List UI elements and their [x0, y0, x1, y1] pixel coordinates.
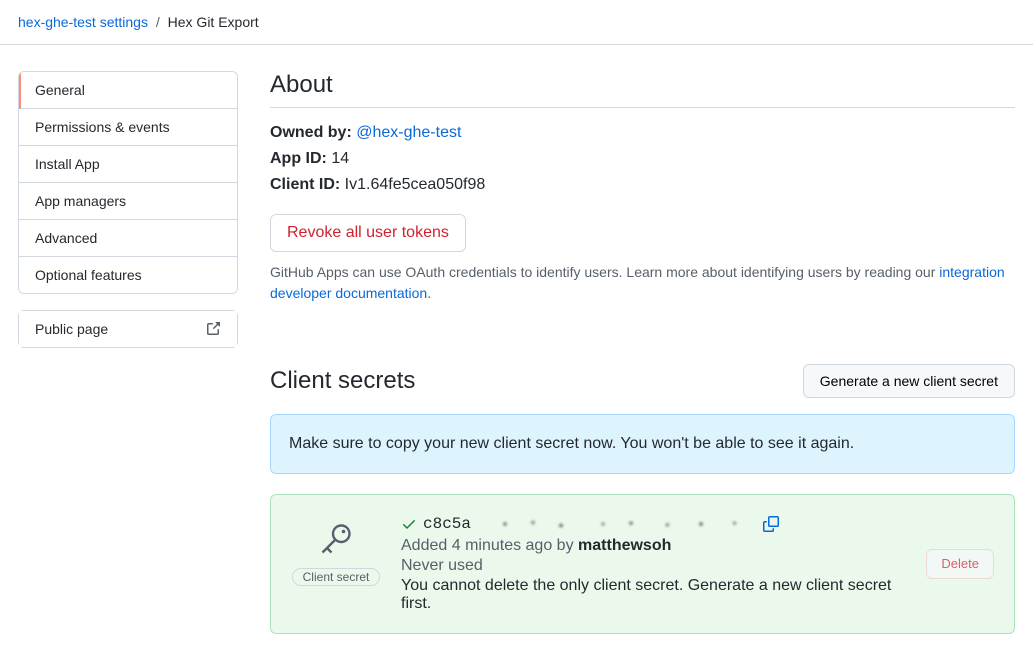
- breadcrumb-current: Hex Git Export: [168, 14, 259, 30]
- sidebar-item-app-managers[interactable]: App managers: [19, 183, 237, 220]
- client-secret-badge: Client secret: [292, 568, 381, 586]
- delete-secret-button[interactable]: Delete: [926, 549, 994, 579]
- help-prefix: GitHub Apps can use OAuth credentials to…: [270, 264, 939, 280]
- copy-secret-flash: Make sure to copy your new client secret…: [270, 414, 1015, 474]
- secret-actions: Delete: [926, 549, 994, 579]
- client-id-label: Client ID:: [270, 176, 340, 193]
- secret-value-row: c8c5a: [401, 515, 906, 533]
- secret-prefix: c8c5a: [423, 515, 471, 533]
- public-page-label: Public page: [35, 321, 108, 337]
- help-suffix: .: [427, 285, 431, 301]
- sidebar-item-advanced[interactable]: Advanced: [19, 220, 237, 257]
- owner-link[interactable]: @hex-ghe-test: [356, 124, 461, 141]
- breadcrumb-separator: /: [156, 14, 160, 30]
- breadcrumb: hex-ghe-test settings / Hex Git Export: [0, 0, 1033, 45]
- secret-delete-warning: You cannot delete the only client secret…: [401, 577, 906, 613]
- check-icon: [401, 516, 417, 532]
- secret-body: c8c5a Added 4 minutes ago by matthewsoh …: [401, 515, 906, 613]
- owned-by-row: Owned by: @hex-ghe-test: [270, 124, 1015, 142]
- about-heading: About: [270, 71, 1015, 108]
- sidebar-menu: General Permissions & events Install App…: [18, 71, 238, 294]
- sidebar-item-install-app[interactable]: Install App: [19, 146, 237, 183]
- owned-by-label: Owned by:: [270, 124, 352, 141]
- sidebar-item-general[interactable]: General: [19, 72, 237, 109]
- sidebar-secondary: Public page: [18, 310, 238, 348]
- main-content: About Owned by: @hex-ghe-test App ID: 14…: [270, 71, 1015, 634]
- generate-client-secret-button[interactable]: Generate a new client secret: [803, 364, 1015, 398]
- secret-icon-column: Client secret: [291, 515, 381, 586]
- added-prefix: Added: [401, 537, 452, 554]
- client-secrets-heading: Client secrets: [270, 367, 415, 395]
- app-id-value: 14: [331, 150, 349, 167]
- app-id-label: App ID:: [270, 150, 327, 167]
- secret-usage: Never used: [401, 557, 906, 575]
- client-secret-item: Client secret c8c5a Added 4 minutes ago …: [270, 494, 1015, 634]
- added-user: matthewsoh: [578, 537, 671, 554]
- secret-obscured: [477, 516, 757, 532]
- settings-sidebar: General Permissions & events Install App…: [18, 71, 238, 634]
- app-id-row: App ID: 14: [270, 150, 1015, 168]
- oauth-help-text: GitHub Apps can use OAuth credentials to…: [270, 262, 1015, 304]
- copy-icon[interactable]: [763, 516, 779, 532]
- client-secrets-header: Client secrets Generate a new client sec…: [270, 364, 1015, 398]
- breadcrumb-settings-link[interactable]: hex-ghe-test settings: [18, 14, 148, 30]
- sidebar-item-public-page[interactable]: Public page: [19, 311, 237, 347]
- added-by: by: [552, 537, 578, 554]
- client-id-value: Iv1.64fe5cea050f98: [345, 176, 486, 193]
- secret-added-meta: Added 4 minutes ago by matthewsoh: [401, 537, 906, 555]
- sidebar-item-optional-features[interactable]: Optional features: [19, 257, 237, 293]
- client-id-row: Client ID: Iv1.64fe5cea050f98: [270, 176, 1015, 194]
- revoke-tokens-button[interactable]: Revoke all user tokens: [270, 214, 466, 252]
- sidebar-item-permissions[interactable]: Permissions & events: [19, 109, 237, 146]
- added-time: 4 minutes ago: [452, 537, 553, 554]
- key-icon: [318, 521, 354, 560]
- external-link-icon: [205, 321, 221, 337]
